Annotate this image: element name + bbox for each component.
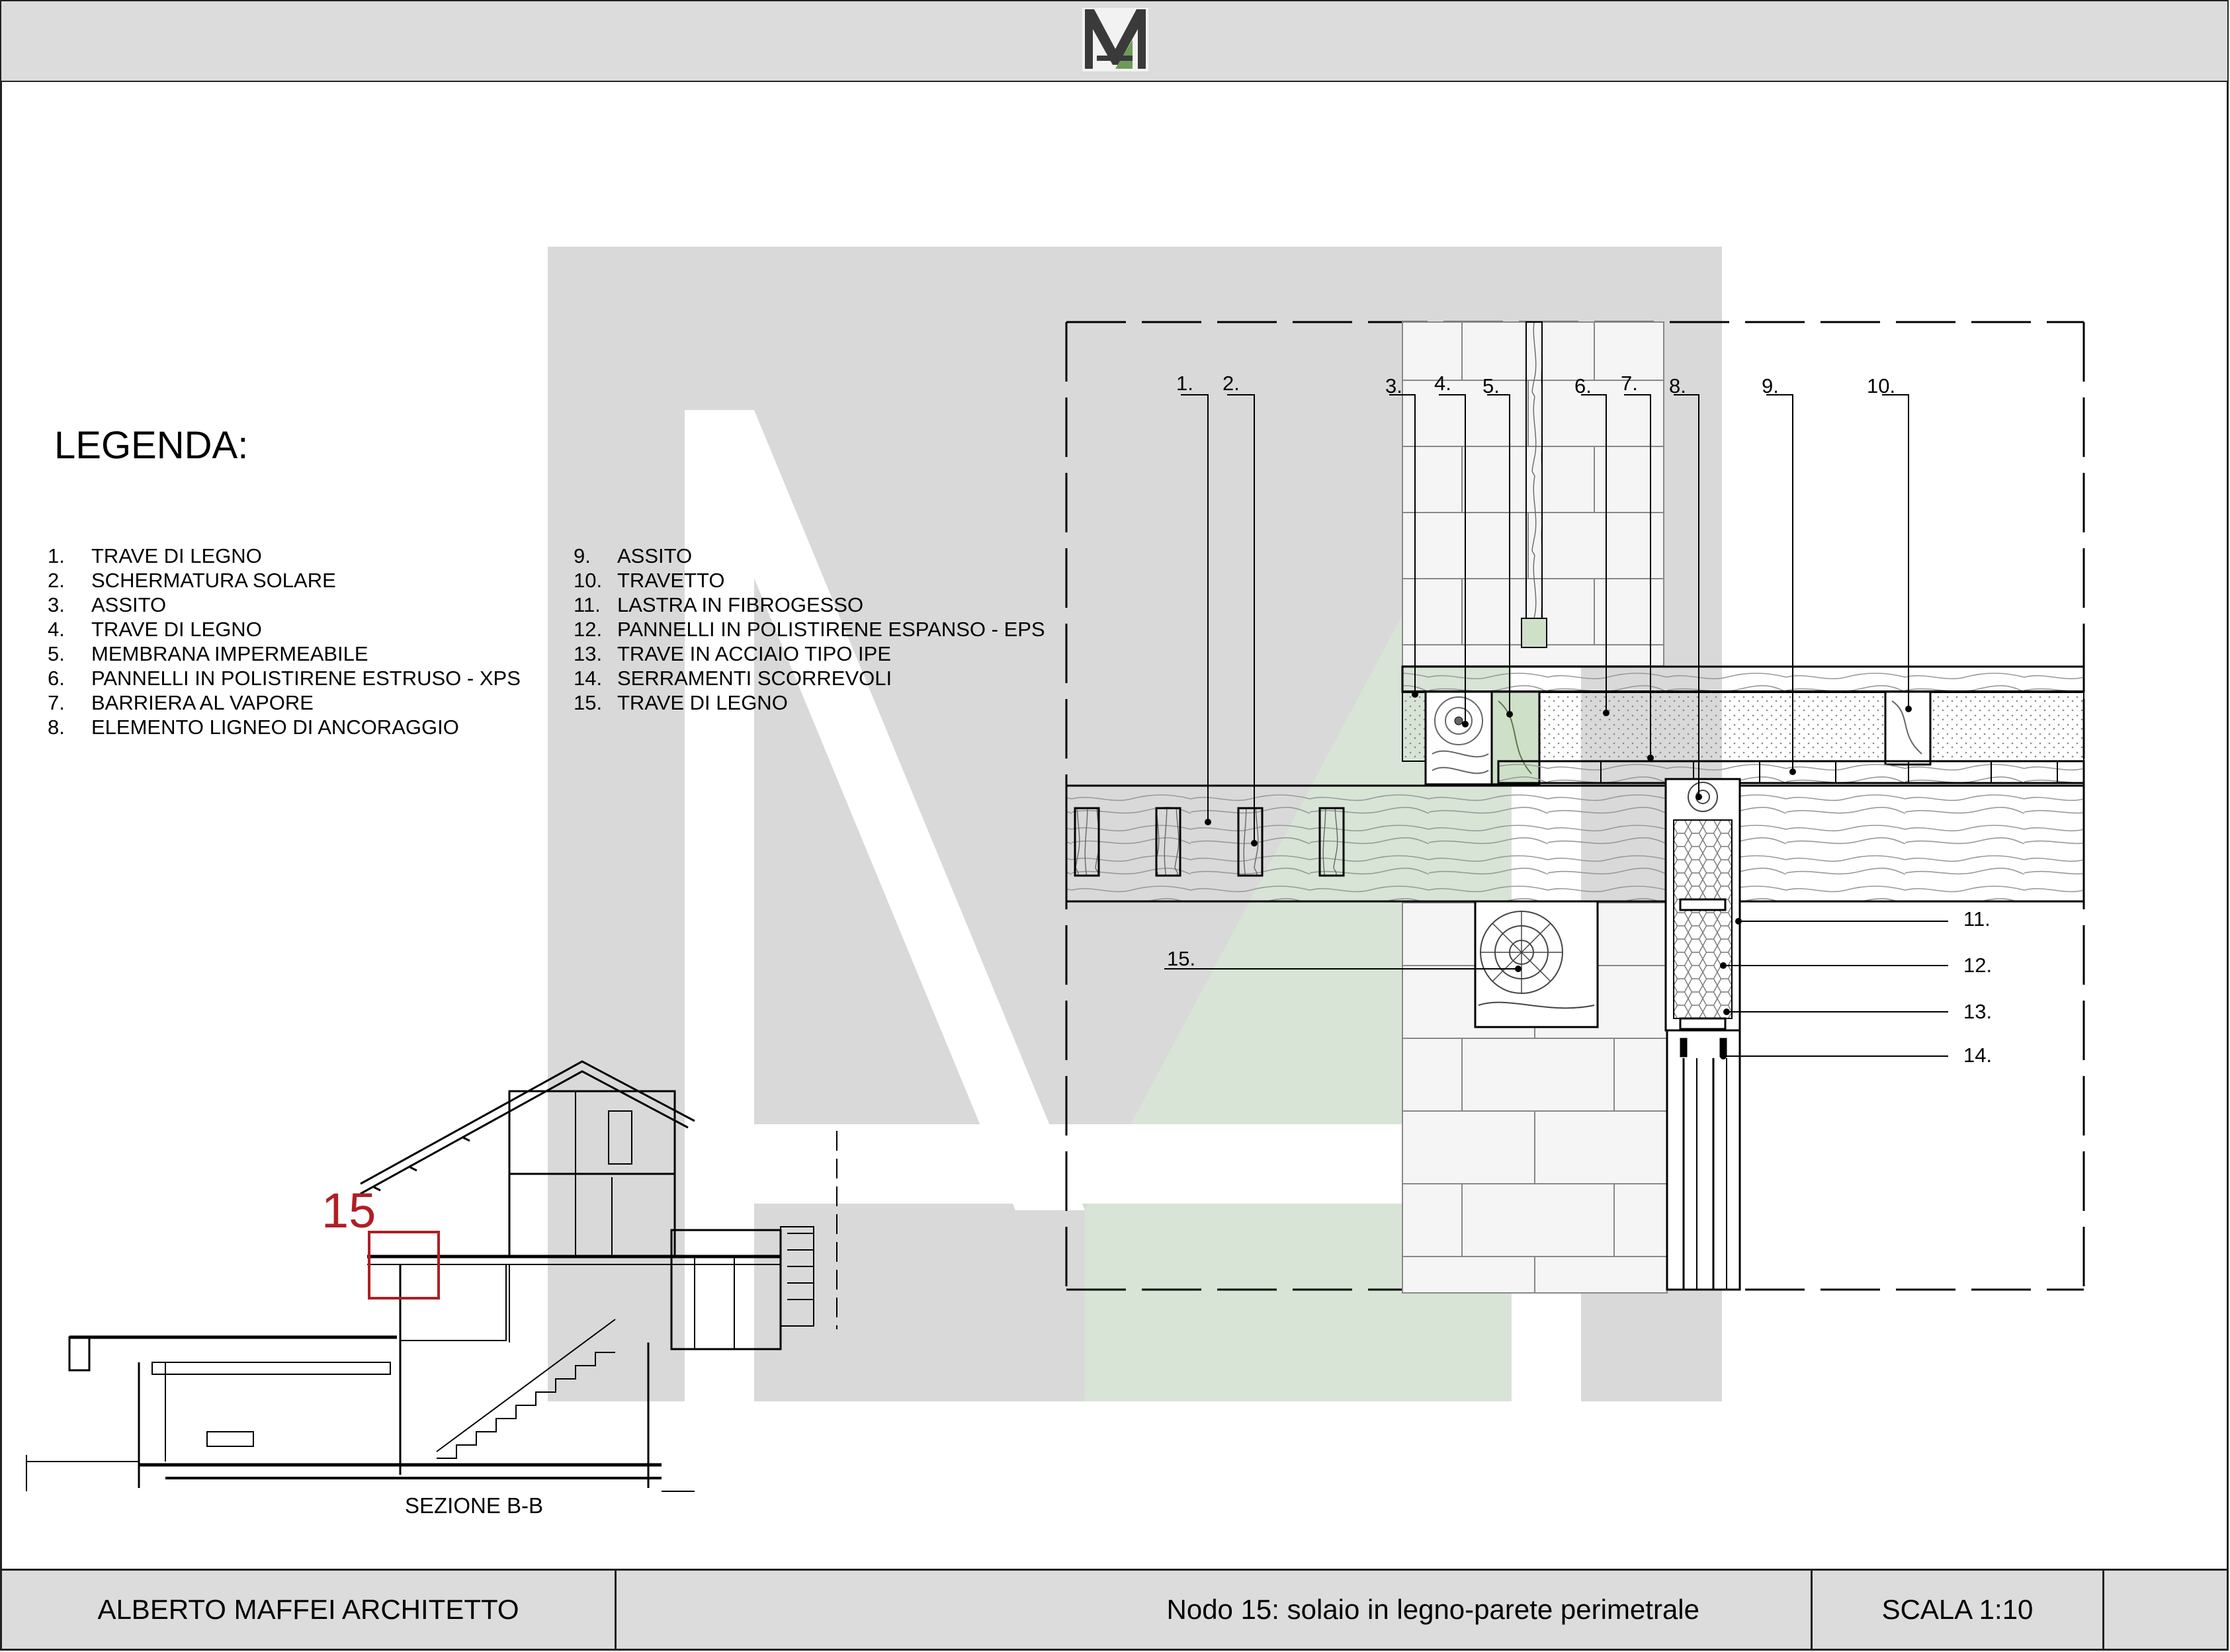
callout-2: 2.: [1222, 372, 1240, 395]
callout-13: 13.: [1963, 1000, 1993, 1023]
legend-item: 10. TRAVETTO: [574, 568, 1045, 593]
callout-6: 6.: [1574, 374, 1592, 397]
legend-item: 2. SCHERMATURA SOLARE: [48, 568, 521, 593]
architect-name: ALBERTO MAFFEI ARCHITETTO: [97, 1594, 519, 1625]
legend-label: LASTRA IN FIBROGESSO: [617, 593, 864, 616]
legend-right-column: 9. ASSITO 10. TRAVETTO 11. LASTRA IN FIBROG…: [574, 544, 1045, 715]
legend-label: ASSITO: [91, 593, 167, 616]
legend-num: 7.: [48, 691, 65, 714]
legend-num: 13.: [574, 642, 603, 665]
architect-monogram-logo: [1082, 8, 1148, 71]
callout-14: 14.: [1963, 1044, 1993, 1067]
legend-item: 4. TRAVE DI LEGNO: [48, 617, 521, 641]
legend-item: 11. LASTRA IN FIBROGESSO: [574, 593, 1045, 617]
legend-label: TRAVE DI LEGNO: [91, 544, 262, 567]
legend-item: 12. PANNELLI IN POLISTIRENE ESPANSO - EPS: [574, 617, 1045, 641]
legend-item: 1. TRAVE DI LEGNO: [48, 544, 521, 568]
legend-label: TRAVE DI LEGNO: [91, 618, 262, 641]
legend-num: 3.: [48, 593, 65, 616]
callout-15: 15.: [1167, 947, 1196, 970]
callout-4: 4.: [1434, 372, 1451, 395]
title-block-divider: [2102, 1571, 2104, 1649]
legend-item: 13. TRAVE IN ACCIAIO TIPO IPE: [574, 641, 1045, 666]
section-node-number: 15: [322, 1183, 376, 1238]
legend-num: 1.: [48, 544, 65, 567]
legend-label: SCHERMATURA SOLARE: [91, 569, 336, 592]
legend-left-column: 1. TRAVE DI LEGNO 2. SCHERMATURA SOLARE 3.…: [48, 544, 521, 739]
title-block: ALBERTO MAFFEI ARCHITETTO Nodo 15: solai…: [0, 1569, 2229, 1651]
legend-num: 2.: [48, 569, 65, 592]
legend-item: 14. SERRAMENTI SCORREVOLI: [574, 666, 1045, 690]
legend-label: BARRIERA AL VAPORE: [91, 691, 314, 714]
legend-item: 6. PANNELLI IN POLISTIRENE ESTRUSO - XPS: [48, 666, 521, 690]
legend-num: 12.: [574, 618, 603, 641]
legend-num: 10.: [574, 569, 603, 592]
legend-title: LEGENDA:: [54, 424, 249, 467]
drawing-title: Nodo 15: solaio in legno-parete perimetr…: [1166, 1594, 1700, 1625]
legend-num: 4.: [48, 618, 65, 641]
drawing-graphics: [26, 8, 2085, 1492]
callout-8: 8.: [1669, 374, 1686, 397]
callout-5: 5.: [1482, 374, 1500, 397]
callout-1: 1.: [1176, 372, 1193, 395]
drawing-scale: SCALA 1:10: [1881, 1594, 2034, 1625]
legend-label: PANNELLI IN POLISTIRENE ESPANSO - EPS: [617, 618, 1045, 641]
callout-12: 12.: [1963, 954, 1993, 977]
legend-item: 15. TRAVE DI LEGNO: [574, 690, 1045, 715]
callout-7: 7.: [1621, 372, 1638, 395]
legend-item: 9. ASSITO: [574, 544, 1045, 568]
legend-label: TRAVE DI LEGNO: [617, 691, 788, 714]
legend-num: 11.: [574, 593, 601, 616]
legend-label: ASSITO: [617, 544, 693, 567]
legend-label: TRAVETTO: [617, 569, 725, 592]
legend-item: 7. BARRIERA AL VAPORE: [48, 690, 521, 715]
legend-label: MEMBRANA IMPERMEABILE: [91, 642, 368, 665]
drawing-sheet: LEGENDA: 1. TRAVE DI LEGNO 2. SCHERMATURA …: [0, 0, 2230, 1652]
legend-label: PANNELLI IN POLISTIRENE ESTRUSO - XPS: [91, 667, 521, 690]
callout-10: 10.: [1867, 374, 1896, 397]
legend-num: 14.: [574, 667, 603, 690]
legend-num: 15.: [574, 691, 603, 714]
callout-11: 11.: [1963, 907, 1991, 930]
legend-item: 8. ELEMENTO LIGNEO DI ANCORAGGIO: [48, 715, 521, 739]
legend-num: 6.: [48, 667, 65, 690]
legend-item: 5. MEMBRANA IMPERMEABILE: [48, 641, 521, 666]
legend-num: 9.: [574, 544, 591, 567]
legend-num: 8.: [48, 716, 65, 739]
legend-num: 5.: [48, 642, 65, 665]
legend-label: SERRAMENTI SCORREVOLI: [617, 667, 892, 690]
callout-9: 9.: [1762, 374, 1779, 397]
section-label: SEZIONE B-B: [405, 1493, 544, 1518]
legend-label: ELEMENTO LIGNEO DI ANCORAGGIO: [91, 716, 459, 739]
legend-item: 3. ASSITO: [48, 593, 521, 617]
callout-3: 3.: [1385, 374, 1402, 397]
legend-label: TRAVE IN ACCIAIO TIPO IPE: [617, 642, 892, 665]
